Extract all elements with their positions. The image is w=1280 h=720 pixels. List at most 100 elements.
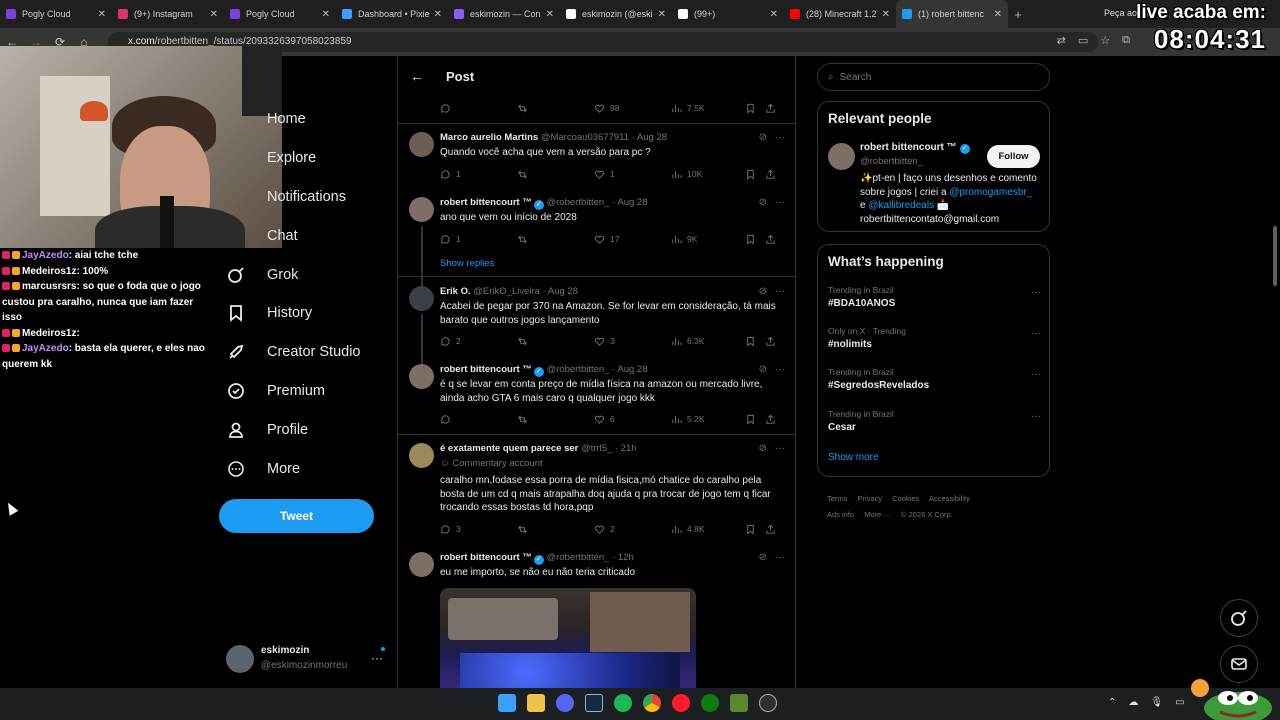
- author-name[interactable]: Erik O.: [440, 286, 471, 297]
- spotify-icon[interactable]: [614, 694, 632, 712]
- bookmark-button[interactable]: [745, 234, 765, 245]
- tweet-button[interactable]: Tweet: [219, 499, 374, 533]
- timestamp[interactable]: · Aug 28: [632, 132, 667, 143]
- footer-link[interactable]: Privacy: [858, 494, 883, 503]
- back-arrow-icon[interactable]: ←: [410, 68, 424, 84]
- grok-icon[interactable]: ⊘: [759, 443, 767, 454]
- share-button[interactable]: [765, 169, 776, 180]
- show-replies-link[interactable]: Show replies: [440, 258, 494, 269]
- close-icon[interactable]: ✕: [770, 9, 778, 20]
- nav-item-explore[interactable]: Explore: [219, 139, 389, 178]
- scrollbar-thumb[interactable]: [1273, 226, 1277, 286]
- retweet-button[interactable]: [517, 336, 594, 347]
- footer-link[interactable]: More ···: [864, 510, 891, 519]
- footer-link[interactable]: Ads info: [827, 510, 854, 519]
- close-icon[interactable]: ✕: [546, 9, 554, 20]
- retweet-button[interactable]: [517, 524, 594, 535]
- microphone-icon[interactable]: 🎙: [1150, 697, 1163, 708]
- close-icon[interactable]: ✕: [882, 9, 890, 20]
- more-icon[interactable]: ···: [775, 132, 785, 143]
- like-button[interactable]: 6: [594, 414, 671, 425]
- retweet-button[interactable]: [517, 103, 594, 114]
- more-icon[interactable]: ···: [371, 651, 383, 665]
- translate-icon[interactable]: ⇄: [1057, 34, 1066, 47]
- cloud-icon[interactable]: ☁: [1128, 697, 1138, 708]
- author-name[interactable]: robert bittencourt ™: [440, 552, 532, 563]
- more-icon[interactable]: ···: [1031, 411, 1041, 422]
- grok-icon[interactable]: ⊘: [759, 132, 767, 143]
- tweet-media-image[interactable]: [440, 588, 696, 688]
- timestamp[interactable]: · Aug 28: [543, 286, 578, 297]
- views-button[interactable]: 9K: [671, 234, 745, 245]
- like-button[interactable]: 2: [594, 524, 671, 535]
- browser-tab[interactable]: Pogly Cloud ✕: [224, 0, 336, 28]
- like-button[interactable]: 1: [594, 169, 671, 180]
- avatar[interactable]: [409, 443, 434, 468]
- more-icon[interactable]: ···: [775, 197, 785, 208]
- retweet-button[interactable]: [517, 169, 594, 180]
- views-button[interactable]: 10K: [671, 169, 745, 180]
- windows-icon[interactable]: [498, 694, 516, 712]
- browser-tab[interactable]: (99+) ✕: [672, 0, 784, 28]
- bookmark-button[interactable]: [745, 336, 765, 347]
- browser-tab[interactable]: eskimozin (@eski ✕: [560, 0, 672, 28]
- chevron-up-icon[interactable]: ⌃: [1108, 697, 1116, 708]
- timestamp[interactable]: · Aug 28: [612, 197, 647, 208]
- browser-tab[interactable]: (9+) Instagram ✕: [112, 0, 224, 28]
- share-button[interactable]: [765, 103, 776, 114]
- reply-button[interactable]: 1: [440, 234, 517, 245]
- share-button[interactable]: [765, 234, 776, 245]
- more-icon[interactable]: ···: [1031, 369, 1041, 380]
- discord-icon[interactable]: [556, 694, 574, 712]
- close-icon[interactable]: ✕: [210, 9, 218, 20]
- author-name[interactable]: é exatamente quem parece ser: [440, 443, 578, 454]
- grok-icon[interactable]: ⊘: [759, 364, 767, 375]
- search-input[interactable]: ⌕ Search: [817, 63, 1050, 91]
- views-button[interactable]: 7.5K: [671, 103, 745, 114]
- browser-tab[interactable]: Dashboard • Pixie ✕: [336, 0, 448, 28]
- bookmark-button[interactable]: [745, 103, 765, 114]
- star-icon[interactable]: ☆: [1100, 34, 1110, 47]
- timestamp[interactable]: · 21h: [615, 443, 637, 454]
- timestamp[interactable]: · Aug 28: [612, 364, 647, 375]
- trend-item[interactable]: Trending in Brazil #BDA10ANOS ···: [828, 285, 1041, 323]
- nav-item-notifications[interactable]: Notifications: [219, 178, 389, 217]
- close-icon[interactable]: ✕: [658, 9, 666, 20]
- account-switcher[interactable]: eskimozin @eskimozinmorreu ···: [226, 643, 391, 675]
- bio-link[interactable]: @kallibredeals: [868, 200, 934, 211]
- author-name[interactable]: robert bittencourt ™: [440, 364, 532, 375]
- trend-item[interactable]: Only on X · Trending #nolimits ···: [828, 326, 1041, 364]
- views-button[interactable]: 5.2K: [671, 414, 745, 425]
- views-button[interactable]: 4.8K: [671, 524, 745, 535]
- browser-tab[interactable]: Pogly Cloud ✕: [0, 0, 112, 28]
- nav-item-more[interactable]: More: [219, 449, 389, 488]
- browser-tab[interactable]: (28) Minecraft 1.2 ✕: [784, 0, 896, 28]
- reply-button[interactable]: 1: [440, 169, 517, 180]
- reply-button[interactable]: [440, 414, 517, 425]
- avatar[interactable]: [409, 552, 434, 577]
- nav-item-profile[interactable]: Profile: [219, 410, 389, 449]
- share-button[interactable]: [765, 524, 776, 535]
- grok-icon[interactable]: ⊘: [759, 197, 767, 208]
- more-icon[interactable]: ···: [775, 552, 785, 563]
- page-scrollbar[interactable]: [1270, 56, 1280, 688]
- trend-item[interactable]: Trending in Brazil #SegredosRevelados ···: [828, 367, 1041, 405]
- folder-icon[interactable]: [527, 694, 545, 712]
- timestamp[interactable]: · 12h: [612, 552, 634, 563]
- like-button[interactable]: 17: [594, 234, 671, 245]
- author-name[interactable]: Marco aurelio Martins: [440, 132, 538, 143]
- footer-link[interactable]: Terms: [827, 494, 847, 503]
- follow-button[interactable]: Follow: [987, 145, 1040, 168]
- bookmark-button[interactable]: [745, 524, 765, 535]
- show-more-link[interactable]: Show more: [828, 452, 879, 463]
- new-tab-button[interactable]: +: [1008, 7, 1028, 22]
- more-icon[interactable]: ···: [775, 286, 785, 297]
- chrome-icon[interactable]: [643, 694, 661, 712]
- obs-icon[interactable]: [759, 694, 777, 712]
- grok-icon[interactable]: ⊘: [759, 552, 767, 563]
- bio-link[interactable]: @promogamesbr_: [949, 187, 1032, 198]
- reply-button[interactable]: [440, 103, 517, 114]
- footer-link[interactable]: Cookies: [892, 494, 919, 503]
- nav-item-chat[interactable]: Chat: [219, 216, 389, 255]
- author-name[interactable]: robert bittencourt ™: [440, 197, 532, 208]
